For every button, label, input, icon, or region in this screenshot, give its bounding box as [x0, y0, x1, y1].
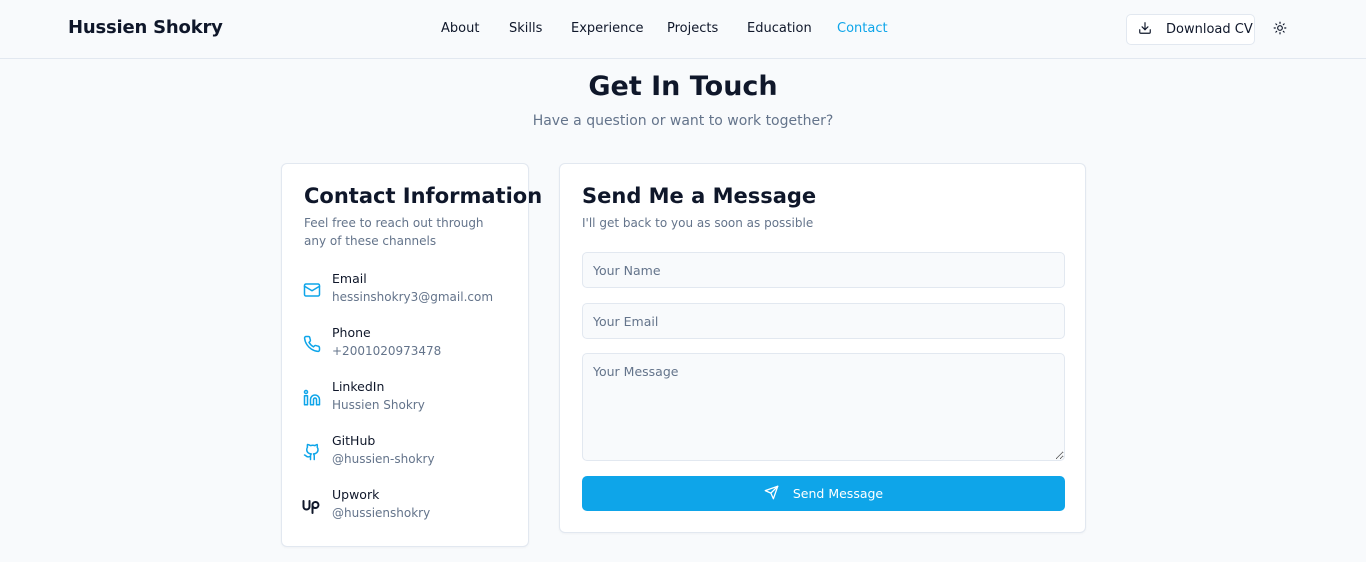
contact-item-phone[interactable]: Phone +2001020973478	[302, 325, 512, 365]
contact-info-description: Feel free to reach out through any of th…	[304, 216, 484, 248]
download-icon	[1138, 21, 1152, 39]
contact-label-email: Email	[332, 271, 367, 286]
download-cv-label: Download CV	[1166, 22, 1253, 37]
section-title: Get In Touch	[588, 71, 778, 102]
nav-link-contact[interactable]: Contact	[837, 21, 888, 36]
contact-label-github: GitHub	[332, 433, 376, 448]
send-message-button[interactable]: Send Message	[582, 476, 1065, 511]
phone-icon	[302, 334, 322, 354]
email-input[interactable]	[582, 303, 1065, 339]
github-icon	[302, 442, 322, 462]
mail-icon	[302, 280, 322, 300]
message-textarea[interactable]	[582, 353, 1065, 461]
contact-label-linkedin: LinkedIn	[332, 379, 385, 394]
message-form-title: Send Me a Message	[582, 184, 817, 208]
upwork-icon	[302, 496, 322, 516]
download-cv-button[interactable]: Download CV	[1126, 14, 1255, 45]
send-icon	[764, 485, 779, 503]
contact-label-upwork: Upwork	[332, 487, 380, 502]
contact-item-upwork[interactable]: Upwork @hussienshokry	[302, 487, 512, 527]
linkedin-icon	[302, 388, 322, 408]
send-message-label: Send Message	[792, 486, 884, 501]
contact-item-email[interactable]: Email hessinshokry3@gmail.com	[302, 271, 512, 311]
nav-link-experience[interactable]: Experience	[571, 21, 644, 36]
contact-item-github[interactable]: GitHub @hussien-shokry	[302, 433, 512, 473]
contact-info-card: Contact Information Feel free to reach o…	[281, 163, 542, 547]
nav-link-about[interactable]: About	[441, 21, 479, 36]
contact-value-email: hessinshokry3@gmail.com	[332, 290, 494, 304]
theme-toggle-button[interactable]	[1270, 19, 1290, 39]
nav-link-projects[interactable]: Projects	[667, 21, 718, 36]
contact-value-phone: +2001020973478	[332, 344, 442, 358]
contact-item-linkedin[interactable]: LinkedIn Hussien Shokry	[302, 379, 512, 419]
nav-link-education[interactable]: Education	[747, 21, 812, 36]
contact-info-title: Contact Information	[304, 184, 543, 208]
sun-icon	[1273, 20, 1287, 39]
contact-label-phone: Phone	[332, 325, 371, 340]
contact-value-github: @hussien-shokry	[332, 452, 435, 466]
message-form-card: Send Me a Message I'll get back to you a…	[559, 163, 1086, 533]
section-subtitle: Have a question or want to work together…	[532, 113, 834, 129]
contact-value-linkedin: Hussien Shokry	[332, 398, 425, 412]
contact-value-upwork: @hussienshokry	[332, 506, 431, 520]
name-input[interactable]	[582, 252, 1065, 288]
nav-link-skills[interactable]: Skills	[509, 21, 542, 36]
site-header: Hussien Shokry About Skills Experience P…	[0, 0, 1366, 59]
message-form-description: I'll get back to you as soon as possible	[582, 216, 814, 230]
